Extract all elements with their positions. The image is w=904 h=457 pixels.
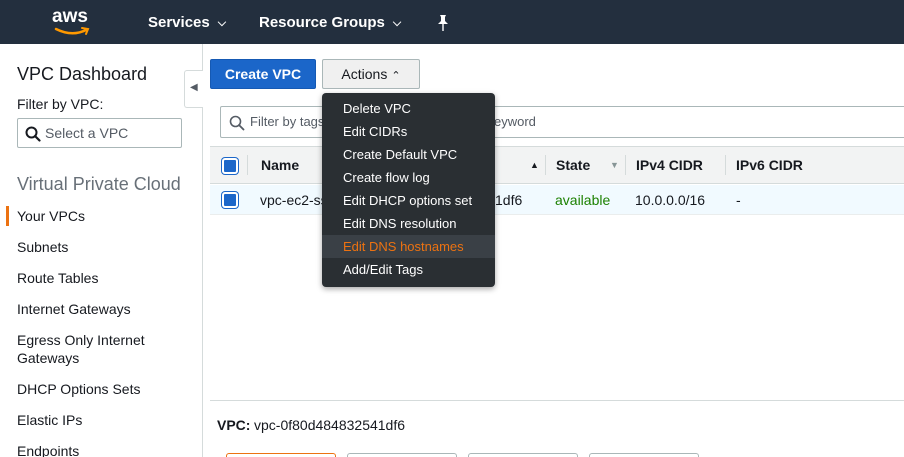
table-row[interactable]: vpc-ec2-ss 1df6 available 10.0.0.0/16 - bbox=[210, 185, 904, 215]
detail-vpc-id: vpc-0f80d484832541df6 bbox=[254, 417, 406, 433]
sort-icon[interactable]: ▼ bbox=[610, 160, 619, 170]
sidebar-item-subnets[interactable]: Subnets bbox=[17, 238, 68, 256]
sidebar-item-internet-gateways[interactable]: Internet Gateways bbox=[17, 300, 131, 318]
pin-icon[interactable] bbox=[436, 14, 450, 32]
cell-ipv6-cidr: - bbox=[736, 192, 741, 208]
menu-item-edit-dhcp-options-set[interactable]: Edit DHCP options set bbox=[322, 189, 495, 212]
menu-item-add-edit-tags[interactable]: Add/Edit Tags bbox=[322, 258, 495, 281]
search-placeholder-left: Filter by tags bbox=[250, 114, 325, 129]
sidebar-item-egress-only-internet-gateways[interactable]: Egress Only Internet bbox=[17, 331, 145, 349]
services-label: Services bbox=[148, 14, 210, 31]
column-divider bbox=[625, 155, 626, 175]
tab-cidr-blocks[interactable] bbox=[347, 453, 457, 457]
active-indicator bbox=[6, 206, 9, 226]
column-divider bbox=[725, 155, 726, 175]
actions-dropdown-menu: Delete VPC Edit CIDRs Create Default VPC… bbox=[322, 93, 495, 287]
sidebar-item-elastic-ips[interactable]: Elastic IPs bbox=[17, 411, 82, 429]
sidebar-item-endpoints[interactable]: Endpoints bbox=[17, 442, 79, 457]
menu-item-edit-dns-resolution[interactable]: Edit DNS resolution bbox=[322, 212, 495, 235]
column-header-name[interactable]: Name bbox=[261, 157, 299, 173]
sidebar-title[interactable]: VPC Dashboard bbox=[17, 64, 147, 85]
vpc-filter-select[interactable]: Select a VPC bbox=[17, 118, 182, 148]
cell-name: vpc-ec2-ss bbox=[260, 192, 328, 208]
sidebar-item-route-tables[interactable]: Route Tables bbox=[17, 269, 98, 287]
collapse-sidebar-button[interactable]: ◀ bbox=[184, 70, 203, 108]
cell-ipv4-cidr: 10.0.0.0/16 bbox=[635, 192, 706, 208]
menu-item-edit-dns-hostnames[interactable]: Edit DNS hostnames bbox=[322, 235, 495, 258]
select-all-checkbox[interactable] bbox=[222, 158, 238, 174]
menu-item-create-flow-log[interactable]: Create flow log bbox=[322, 166, 495, 189]
menu-item-edit-cidrs[interactable]: Edit CIDRs bbox=[322, 120, 495, 143]
column-divider bbox=[247, 155, 248, 175]
row-checkbox[interactable] bbox=[222, 192, 238, 208]
chevron-up-icon: ⌃ bbox=[391, 70, 401, 82]
actions-label: Actions bbox=[341, 66, 388, 82]
sidebar-item-egress-only-internet-gateways-line2[interactable]: Gateways bbox=[17, 349, 79, 367]
sidebar-item-dhcp-options-sets[interactable]: DHCP Options Sets bbox=[17, 380, 140, 398]
search-placeholder-right: eyword bbox=[494, 114, 536, 129]
cell-state: available bbox=[555, 192, 611, 208]
chevron-down-icon: ⌵ bbox=[392, 17, 402, 29]
aws-smile-icon bbox=[54, 27, 90, 35]
sidebar: VPC Dashboard Filter by VPC: Select a VP… bbox=[0, 44, 203, 457]
sidebar-item-your-vpcs[interactable]: Your VPCs bbox=[17, 207, 85, 225]
tab-description[interactable] bbox=[226, 453, 336, 457]
resource-groups-menu[interactable]: Resource Groups ⌵ bbox=[259, 14, 401, 32]
aws-logo[interactable]: aws bbox=[52, 6, 96, 36]
detail-pane: VPC: vpc-0f80d484832541df6 bbox=[210, 400, 904, 457]
menu-item-delete-vpc[interactable]: Delete VPC bbox=[322, 97, 495, 120]
sort-ascending-icon[interactable]: ▲ bbox=[530, 160, 539, 170]
cell-vpc-id: 1df6 bbox=[495, 192, 523, 208]
aws-logo-text: aws bbox=[52, 6, 88, 27]
table-header: Name ▲ State ▼ IPv4 CIDR IPv6 CIDR bbox=[210, 146, 904, 184]
create-vpc-button[interactable]: Create VPC bbox=[210, 59, 316, 89]
menu-item-create-default-vpc[interactable]: Create Default VPC bbox=[322, 143, 495, 166]
chevron-down-icon: ⌵ bbox=[217, 17, 227, 29]
column-divider bbox=[545, 155, 546, 175]
section-title-virtual-private-cloud: Virtual Private Cloud bbox=[17, 174, 181, 194]
chevron-left-icon: ◀ bbox=[190, 82, 198, 93]
detail-label: VPC: bbox=[217, 417, 251, 433]
actions-button[interactable]: Actions ⌃ bbox=[322, 59, 420, 89]
vpc-filter-placeholder: Select a VPC bbox=[45, 125, 129, 141]
services-menu[interactable]: Services ⌵ bbox=[148, 14, 226, 32]
search-icon bbox=[229, 115, 245, 131]
resource-groups-label: Resource Groups bbox=[259, 14, 385, 31]
column-header-ipv6-cidr[interactable]: IPv6 CIDR bbox=[736, 157, 803, 173]
column-header-ipv4-cidr[interactable]: IPv4 CIDR bbox=[636, 157, 703, 173]
filter-by-vpc-label: Filter by VPC: bbox=[17, 96, 104, 112]
tab-tags[interactable] bbox=[589, 453, 699, 457]
tab-flow-logs[interactable] bbox=[468, 453, 578, 457]
top-nav: aws Services ⌵ Resource Groups ⌵ bbox=[0, 0, 904, 44]
search-icon bbox=[25, 126, 41, 142]
column-header-state[interactable]: State bbox=[556, 157, 590, 173]
